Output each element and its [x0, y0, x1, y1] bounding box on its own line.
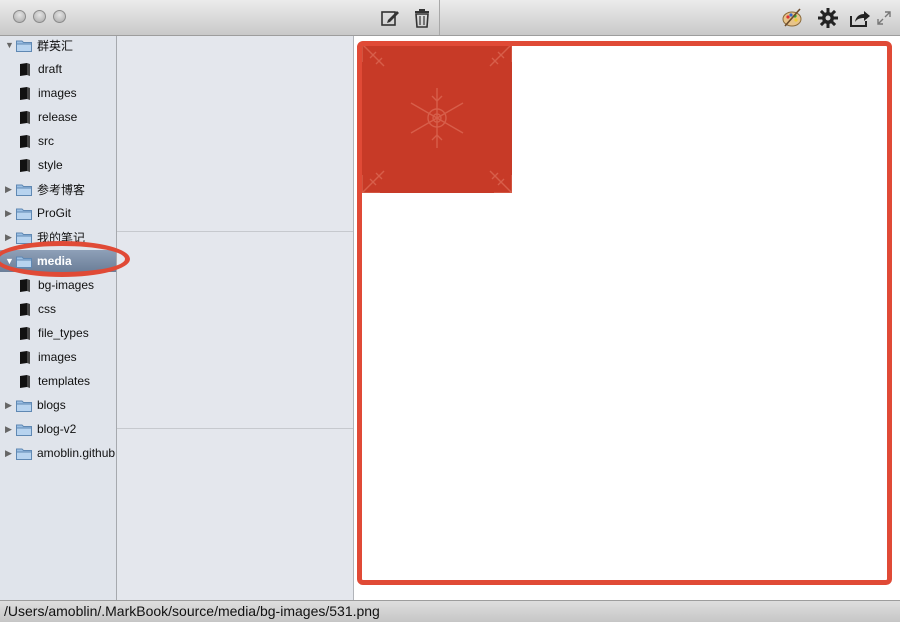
- sidebar-item-release[interactable]: release: [0, 106, 116, 128]
- titlebar-divider: [439, 0, 440, 35]
- sidebar-item-label: src: [38, 134, 54, 148]
- sidebar-item-item-0[interactable]: ▼ 群英汇: [0, 36, 116, 56]
- sidebar-item-label: style: [38, 158, 63, 172]
- sidebar-item-label: 参考博客: [37, 182, 86, 197]
- sidebar-item-label: bg-images: [38, 278, 95, 292]
- sidebar-item-style[interactable]: style: [0, 154, 116, 176]
- folder-icon: [16, 400, 32, 412]
- minimize-window-button[interactable]: [33, 10, 46, 23]
- folder-icon: [16, 184, 32, 196]
- app-window: ▼ 群英汇 draft images release src style ▶ 参考博客 ▶ ProG…: [0, 0, 900, 622]
- disclosure-expanded-icon[interactable]: ▼: [5, 40, 14, 50]
- sidebar-item-label: ProGit: [37, 206, 72, 220]
- sidebar-item-src[interactable]: src: [0, 130, 116, 152]
- sidebar-item-amoblin-github[interactable]: ▶ amoblin.github: [0, 442, 116, 464]
- new-note-icon[interactable]: [379, 7, 401, 29]
- note-list-divider: [117, 231, 353, 232]
- sidebar-item-label: css: [38, 302, 56, 316]
- sidebar-item-label: blogs: [37, 398, 66, 412]
- palette-icon[interactable]: [781, 7, 803, 29]
- sidebar-item-file-types[interactable]: file_types: [0, 322, 116, 344]
- sidebar-item-templates[interactable]: templates: [0, 370, 116, 392]
- folder-icon: [16, 424, 32, 436]
- gear-icon[interactable]: [817, 7, 839, 29]
- notebook-icon: [20, 350, 30, 364]
- sidebar-item-label: images: [38, 86, 77, 100]
- sidebar-item-progit[interactable]: ▶ ProGit: [0, 202, 116, 224]
- disclosure-collapsed-icon[interactable]: ▶: [5, 184, 14, 195]
- notebook-icon: [20, 374, 30, 388]
- sidebar-item-blog-v2[interactable]: ▶ blog-v2: [0, 418, 116, 440]
- notebook-icon: [20, 158, 30, 172]
- notebook-icon: [20, 62, 30, 76]
- sidebar-item-bg-images[interactable]: bg-images: [0, 274, 116, 296]
- sidebar-item-item-6[interactable]: ▶ 参考博客: [0, 178, 116, 200]
- disclosure-collapsed-icon[interactable]: ▶: [5, 424, 14, 435]
- preview-pane: [354, 36, 900, 600]
- folder-icon: [16, 448, 32, 460]
- notebook-icon: [20, 326, 30, 340]
- sidebar: ▼ 群英汇 draft images release src style ▶ 参考博客 ▶ ProG…: [0, 36, 117, 600]
- folder-icon: [16, 232, 32, 244]
- notebook-icon: [20, 86, 30, 100]
- close-window-button[interactable]: [13, 10, 26, 23]
- disclosure-collapsed-icon[interactable]: ▶: [5, 232, 14, 243]
- sidebar-item-css[interactable]: css: [0, 298, 116, 320]
- notebook-icon: [20, 134, 30, 148]
- sidebar-item-label: images: [38, 350, 77, 364]
- titlebar: [0, 0, 900, 36]
- sidebar-item-blogs[interactable]: ▶ blogs: [0, 394, 116, 416]
- notebook-icon: [20, 302, 30, 316]
- trash-icon[interactable]: [411, 7, 433, 29]
- sidebar-item-label: 群英汇: [37, 38, 74, 53]
- annotation-ellipse: [0, 241, 130, 277]
- sidebar-item-label: blog-v2: [37, 422, 77, 436]
- notebook-icon: [20, 110, 30, 124]
- sidebar-item-images[interactable]: images: [0, 82, 116, 104]
- disclosure-collapsed-icon[interactable]: ▶: [5, 208, 14, 219]
- fullscreen-icon[interactable]: [875, 7, 893, 29]
- annotation-rectangle: [357, 41, 892, 585]
- status-bar: /Users/amoblin/.MarkBook/source/media/bg…: [0, 600, 900, 622]
- folder-icon: [16, 208, 32, 220]
- disclosure-collapsed-icon[interactable]: ▶: [5, 448, 14, 459]
- note-list[interactable]: [117, 36, 354, 600]
- share-icon[interactable]: [849, 7, 871, 29]
- sidebar-item-draft[interactable]: draft: [0, 58, 116, 80]
- sidebar-item-label: amoblin.github: [37, 446, 116, 460]
- folder-icon: [16, 40, 32, 52]
- notebook-icon: [20, 278, 30, 292]
- note-list-divider: [117, 428, 353, 429]
- file-path: /Users/amoblin/.MarkBook/source/media/bg…: [4, 603, 380, 619]
- sidebar-item-label: draft: [38, 62, 63, 76]
- zoom-window-button[interactable]: [53, 10, 66, 23]
- sidebar-item-label: release: [38, 110, 78, 124]
- disclosure-collapsed-icon[interactable]: ▶: [5, 400, 14, 411]
- sidebar-item-label: file_types: [38, 326, 89, 340]
- sidebar-item-images[interactable]: images: [0, 346, 116, 368]
- sidebar-item-label: templates: [38, 374, 91, 388]
